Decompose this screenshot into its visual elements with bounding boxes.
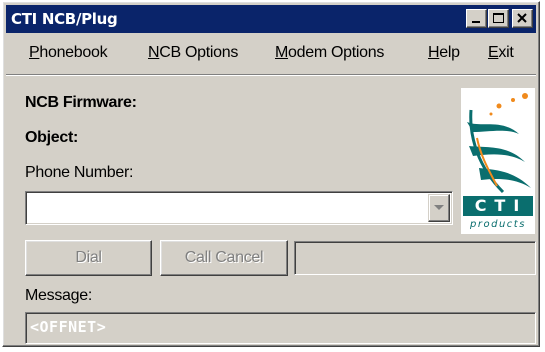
call-status-field (294, 241, 536, 275)
logo-swoosh-graphic (467, 93, 531, 194)
logo-tagline: products (470, 219, 526, 230)
message-field: <OFFNET> (25, 312, 536, 344)
chevron-down-icon (434, 205, 444, 210)
call-cancel-button[interactable]: Call Cancel (160, 240, 288, 276)
minimize-button[interactable] (466, 9, 487, 28)
message-value: <OFFNET> (30, 318, 107, 336)
phone-number-dropdown-button[interactable] (428, 194, 450, 222)
menu-help[interactable]: Help (428, 44, 460, 62)
minimize-icon (472, 21, 480, 23)
firmware-label: NCB Firmware: (25, 94, 137, 111)
cti-logo: CTI products (461, 88, 535, 234)
message-label: Message: (25, 287, 92, 304)
phone-number-label: Phone Number: (25, 164, 134, 181)
phone-number-combobox[interactable] (25, 191, 453, 225)
menu-exit[interactable]: Exit (488, 44, 514, 62)
maximize-button[interactable] (488, 9, 509, 28)
menu-modem-options[interactable]: Modem Options (275, 44, 384, 62)
menu-bar: Phonebook NCB Options Modem Options Help… (6, 38, 536, 66)
close-icon (517, 13, 527, 23)
title-bar[interactable]: CTI NCB/Plug (6, 5, 536, 33)
close-button[interactable] (512, 9, 533, 28)
maximize-icon (493, 13, 504, 23)
menu-separator (6, 74, 536, 76)
app-window: CTI NCB/Plug Phonebook NCB Options Modem… (2, 1, 540, 347)
object-label: Object: (25, 129, 79, 146)
menu-ncb-options[interactable]: NCB Options (148, 44, 238, 62)
dial-button[interactable]: Dial (25, 240, 152, 276)
logo-brand: CTI (463, 196, 533, 216)
menu-phonebook[interactable]: Phonebook (29, 44, 108, 62)
window-title: CTI NCB/Plug (11, 10, 118, 28)
